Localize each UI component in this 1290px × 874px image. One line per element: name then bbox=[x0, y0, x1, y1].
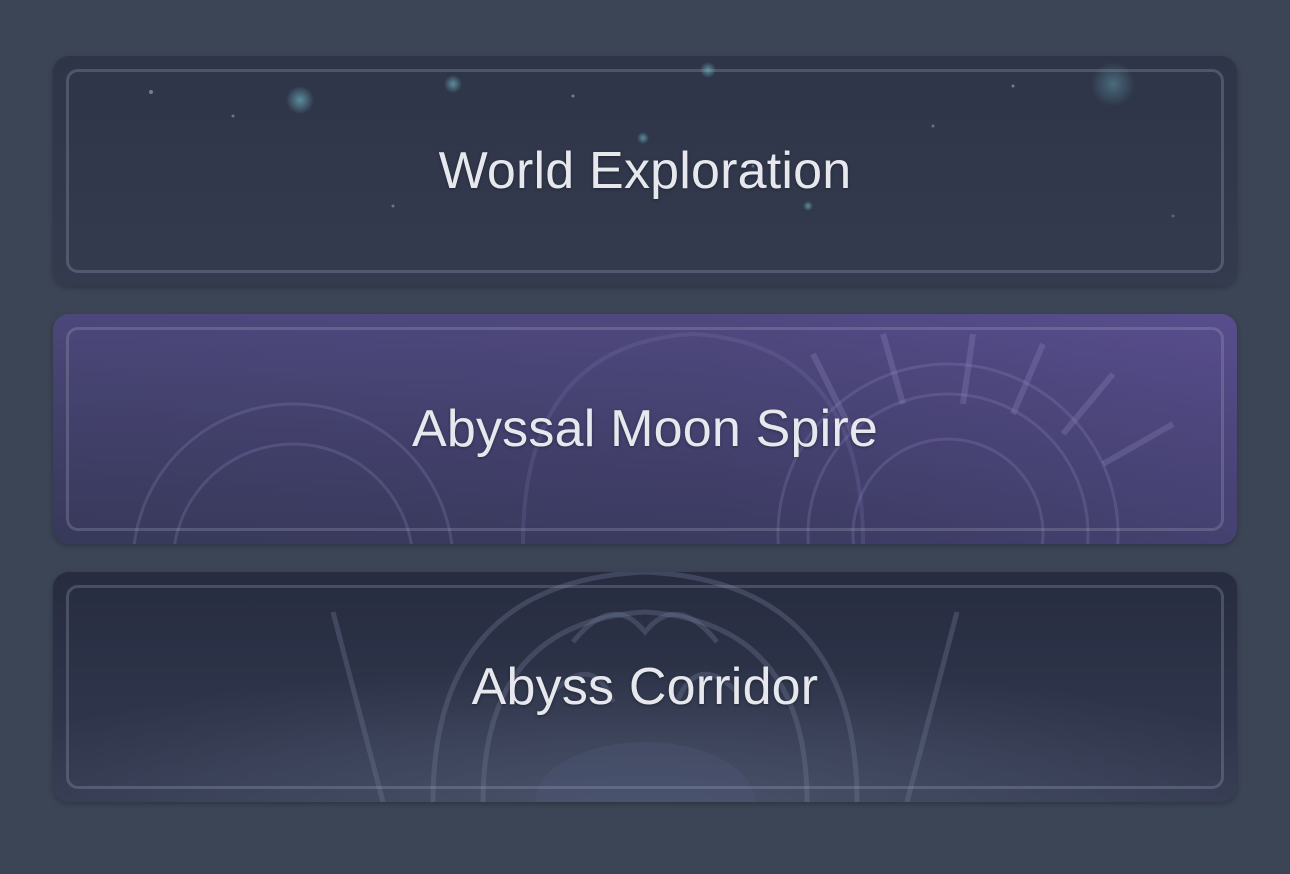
abyss-corridor-label: Abyss Corridor bbox=[471, 658, 819, 716]
abyssal-moon-spire-card[interactable]: Abyssal Moon Spire bbox=[53, 314, 1237, 544]
world-exploration-label: World Exploration bbox=[438, 142, 852, 200]
abyss-corridor-card[interactable]: Abyss Corridor bbox=[53, 572, 1237, 802]
mode-select-menu: World Exploration Abyssal Moon Spire Aby… bbox=[0, 0, 1290, 874]
abyssal-moon-spire-label: Abyssal Moon Spire bbox=[411, 400, 879, 458]
world-exploration-card[interactable]: World Exploration bbox=[53, 56, 1237, 286]
